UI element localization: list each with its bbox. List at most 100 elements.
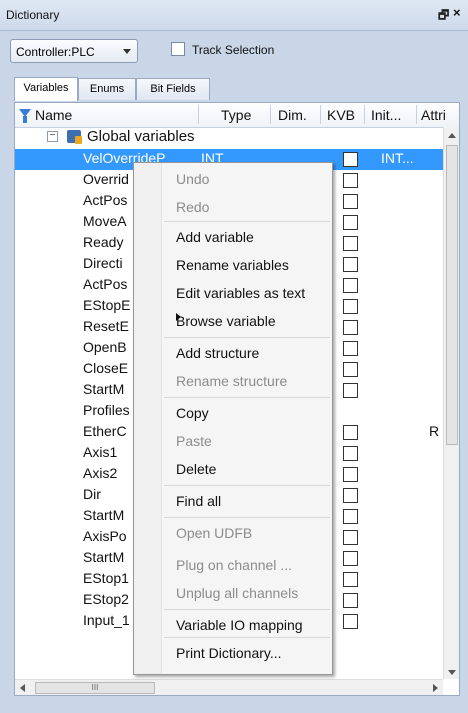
- scroll-left-icon[interactable]: [20, 684, 25, 692]
- menu-item-delete[interactable]: Delete: [162, 455, 332, 483]
- menu-item-label: Undo: [176, 171, 210, 187]
- kvb-checkbox[interactable]: [343, 257, 358, 272]
- menu-item-label: Paste: [176, 433, 212, 449]
- menu-item-add-variable[interactable]: Add variable: [162, 223, 332, 251]
- track-selection-checkbox[interactable]: [171, 42, 185, 56]
- menu-item-plug-on-channel: Plug on channel ...: [162, 551, 332, 579]
- menu-item-label: Browse variable: [176, 313, 276, 329]
- kvb-checkbox[interactable]: [343, 278, 358, 293]
- column-header-kvb[interactable]: KVB: [327, 107, 355, 123]
- variable-name-cell[interactable]: Axis2: [83, 465, 117, 481]
- collapse-icon[interactable]: −: [47, 131, 58, 142]
- variable-name-cell[interactable]: Profiles: [83, 402, 130, 418]
- variable-name-cell[interactable]: EStopE: [83, 297, 130, 313]
- scroll-right-icon[interactable]: [433, 684, 438, 692]
- kvb-checkbox[interactable]: [343, 173, 358, 188]
- column-header-init[interactable]: Init...: [371, 107, 401, 123]
- variable-name-cell[interactable]: StartM: [83, 381, 124, 397]
- kvb-checkbox[interactable]: [343, 467, 358, 482]
- scroll-down-icon[interactable]: [448, 670, 456, 675]
- variable-name-cell[interactable]: Dir: [83, 486, 101, 502]
- menu-item-print-dictionary[interactable]: Print Dictionary...: [162, 639, 332, 667]
- variable-name-cell[interactable]: MoveA: [83, 213, 127, 229]
- variable-name-cell[interactable]: OpenB: [83, 339, 127, 355]
- horizontal-scrollbar[interactable]: III: [15, 679, 443, 695]
- controller-select-value: Controller:PLC: [16, 45, 95, 59]
- variable-name-cell[interactable]: Overrid: [83, 171, 129, 187]
- close-icon[interactable]: ×: [453, 5, 461, 20]
- filter-icon[interactable]: [19, 109, 31, 123]
- column-header-name[interactable]: Name: [35, 107, 72, 123]
- variable-name-cell[interactable]: EStop1: [83, 570, 129, 586]
- kvb-checkbox[interactable]: [343, 425, 358, 440]
- kvb-checkbox[interactable]: [343, 530, 358, 545]
- chevron-down-icon: [123, 49, 131, 54]
- track-selection-label: Track Selection: [192, 43, 275, 57]
- tab-bit-fields[interactable]: Bit Fields: [136, 78, 210, 100]
- submenu-arrow-icon: [176, 313, 181, 321]
- kvb-checkbox[interactable]: [343, 551, 358, 566]
- kvb-checkbox[interactable]: [343, 593, 358, 608]
- scroll-up-icon[interactable]: [448, 133, 456, 138]
- column-header-type[interactable]: Type: [221, 107, 251, 123]
- panel-title: Dictionary: [6, 8, 60, 22]
- menu-item-copy[interactable]: Copy: [162, 399, 332, 427]
- menu-item-add-structure[interactable]: Add structure: [162, 339, 332, 367]
- variable-name-cell[interactable]: Axis1: [83, 444, 117, 460]
- variable-name-cell[interactable]: AxisPo: [83, 528, 127, 544]
- kvb-checkbox[interactable]: [343, 509, 358, 524]
- menu-item-label: Unplug all channels: [176, 585, 299, 601]
- float-window-icon[interactable]: 🗗: [438, 6, 449, 27]
- kvb-checkbox[interactable]: [343, 215, 358, 230]
- variable-name-cell[interactable]: ActPos: [83, 276, 127, 292]
- menu-item-label: Find all: [176, 493, 222, 509]
- kvb-checkbox[interactable]: [343, 362, 358, 377]
- kvb-checkbox[interactable]: [343, 488, 358, 503]
- vertical-scroll-thumb[interactable]: [446, 145, 458, 445]
- tab-variables[interactable]: Variables: [14, 77, 78, 101]
- variable-name-cell[interactable]: EStop2: [83, 591, 129, 607]
- menu-separator: [164, 221, 330, 222]
- kvb-checkbox[interactable]: [343, 236, 358, 251]
- menu-separator: [164, 609, 330, 610]
- kvb-checkbox[interactable]: [343, 446, 358, 461]
- variable-name-cell[interactable]: StartM: [83, 507, 124, 523]
- variable-init-cell[interactable]: INT...: [381, 150, 414, 166]
- kvb-checkbox[interactable]: [343, 383, 358, 398]
- menu-item-browse-variable[interactable]: Browse variable: [162, 307, 332, 335]
- variable-name-cell[interactable]: Input_1: [83, 612, 130, 628]
- context-menu: Undo Redo Add variable Rename variables Edit…: [133, 162, 333, 675]
- controller-select[interactable]: Controller:PLC: [10, 39, 138, 63]
- variable-name-cell[interactable]: ActPos: [83, 192, 127, 208]
- variable-name-cell[interactable]: Ready: [83, 234, 123, 250]
- menu-item-variable-io-mapping[interactable]: Variable IO mapping: [162, 611, 332, 639]
- kvb-checkbox[interactable]: [343, 341, 358, 356]
- variable-name-cell[interactable]: Directi: [83, 255, 123, 271]
- kvb-checkbox[interactable]: [343, 572, 358, 587]
- kvb-checkbox[interactable]: [343, 194, 358, 209]
- kvb-checkbox[interactable]: [343, 614, 358, 629]
- variable-name-cell[interactable]: ResetE: [83, 318, 129, 334]
- vertical-scrollbar[interactable]: [443, 127, 459, 679]
- horizontal-scroll-thumb[interactable]: III: [35, 682, 155, 694]
- menu-item-undo: Undo: [162, 165, 332, 193]
- context-menu-icon-strip: [134, 163, 162, 674]
- menu-item-paste: Paste: [162, 427, 332, 455]
- column-header-attributes[interactable]: Attri: [421, 107, 446, 123]
- variable-name-cell[interactable]: EtherC: [83, 423, 127, 439]
- variable-name-cell[interactable]: CloseE: [83, 360, 128, 376]
- variable-name-cell[interactable]: StartM: [83, 549, 124, 565]
- menu-separator: [164, 337, 330, 338]
- column-header-dim[interactable]: Dim.: [278, 107, 307, 123]
- menu-item-find-all[interactable]: Find all: [162, 487, 332, 515]
- kvb-checkbox[interactable]: [343, 152, 358, 167]
- menu-item-redo: Redo: [162, 193, 332, 221]
- variable-attribute-cell[interactable]: R: [429, 423, 439, 439]
- kvb-checkbox[interactable]: [343, 299, 358, 314]
- tab-enums[interactable]: Enums: [78, 78, 136, 100]
- kvb-checkbox[interactable]: [343, 320, 358, 335]
- menu-item-label: Delete: [176, 461, 217, 477]
- group-label-global-variables[interactable]: Global variables: [87, 128, 195, 145]
- menu-item-rename-variables[interactable]: Rename variables: [162, 251, 332, 279]
- menu-item-edit-variables-as-text[interactable]: Edit variables as text: [162, 279, 332, 307]
